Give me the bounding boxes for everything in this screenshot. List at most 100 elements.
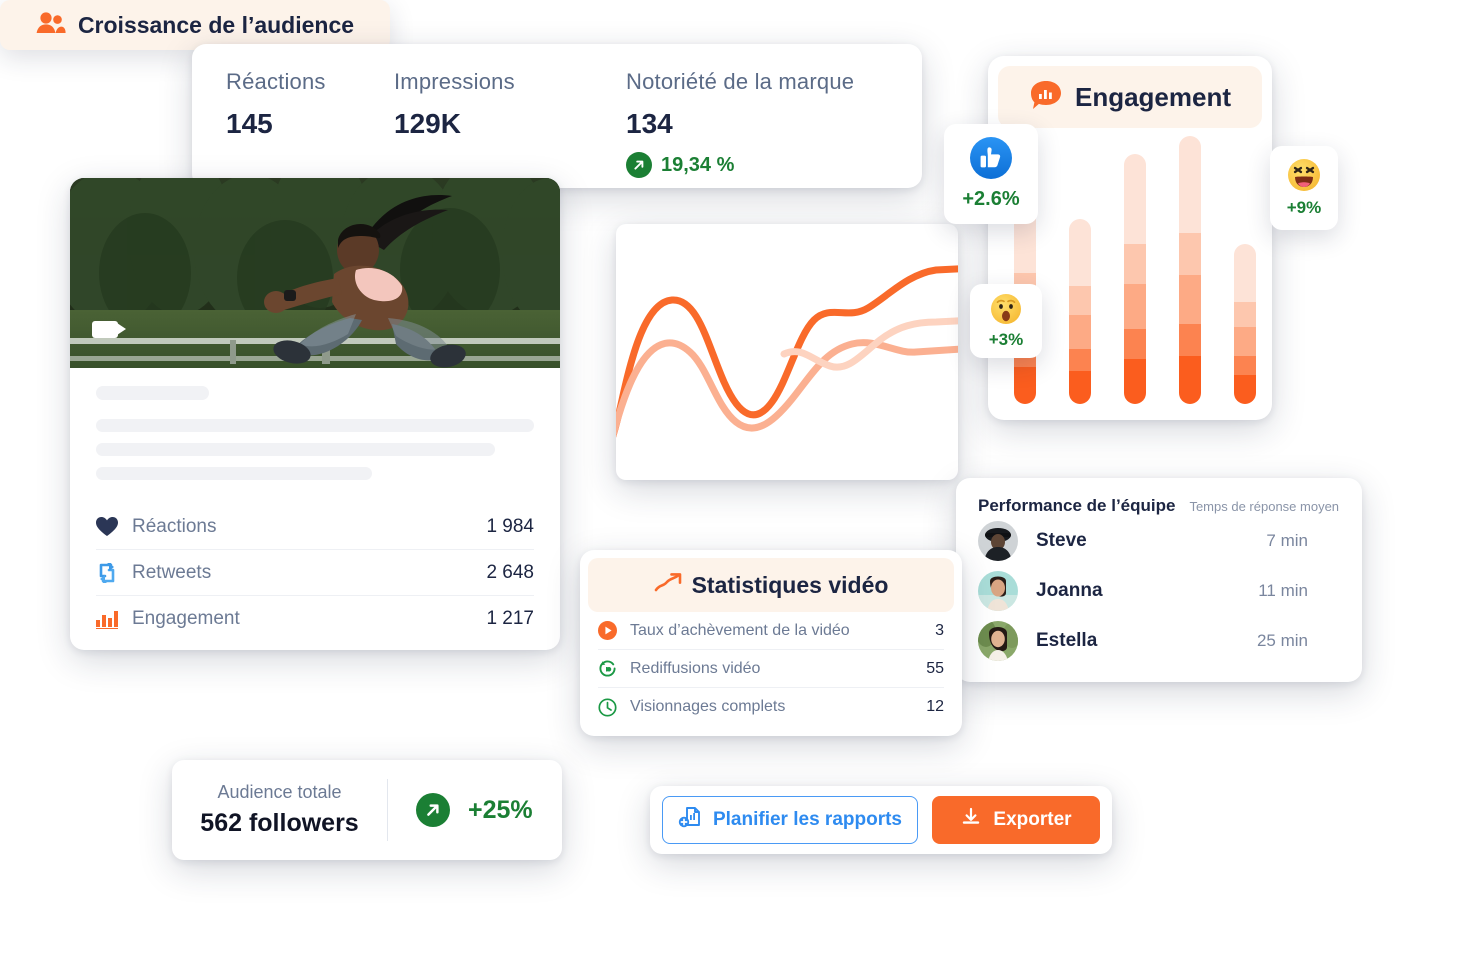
member-time: 25 min	[1256, 631, 1308, 650]
document-add-icon	[678, 805, 702, 835]
chart-series-1	[616, 265, 958, 438]
kpi-label: Impressions	[394, 69, 515, 94]
member-name: Estella	[1036, 630, 1098, 651]
team-subtitle: Temps de réponse moyen	[1189, 499, 1340, 514]
laughing-face-icon	[1287, 158, 1321, 192]
dashboard-collage: Réactions 145 Impressions 129K Notoriété…	[0, 0, 1472, 956]
stat-label: Réactions	[132, 515, 217, 537]
thumbnail-image	[70, 178, 560, 368]
facebook-thumbs-up-icon	[970, 137, 1012, 179]
chat-bubble-chart-icon	[1029, 78, 1063, 117]
kpi-reactions: Réactions 145	[226, 69, 394, 178]
table-row: Retweets 2 648	[96, 550, 534, 596]
list-item: Estella 25 min	[978, 616, 1340, 666]
trend-up-icon	[654, 572, 682, 599]
replay-icon	[598, 659, 622, 678]
bar-4	[1179, 136, 1201, 404]
video-statistics-header: Statistiques vidéo	[588, 558, 954, 612]
team-performance-card: Performance de l’équipe Temps de réponse…	[956, 478, 1362, 682]
audience-total: Audience totale 562 followers	[172, 782, 387, 838]
reaction-percent: +2.6%	[962, 188, 1020, 210]
team-header: Performance de l’équipe Temps de réponse…	[978, 496, 1340, 516]
kpi-brand-awareness: Notoriété de la marque 134 19,34 %	[626, 69, 854, 179]
team-title: Performance de l’équipe	[978, 496, 1176, 515]
table-row: Taux d’achèvement de la vidéo 3	[598, 612, 944, 650]
reaction-percent: +3%	[988, 329, 1024, 349]
post-text-skeleton	[70, 368, 560, 480]
schedule-reports-button[interactable]: Planifier les rapports	[662, 796, 918, 844]
skeleton-line	[96, 467, 372, 480]
stat-value: 12	[926, 698, 944, 715]
chart-series-2	[616, 339, 958, 438]
video-statistics-title: Statistiques vidéo	[691, 571, 889, 598]
avatar	[978, 571, 1018, 611]
stat-label: Rediffusions vidéo	[630, 659, 761, 677]
clock-icon	[598, 697, 622, 717]
arrow-up-right-icon	[626, 152, 652, 179]
table-row: Visionnages complets 12	[598, 688, 944, 726]
audience-total-label: Audience totale	[217, 782, 342, 802]
skeleton-line	[96, 443, 495, 456]
stat-label: Engagement	[132, 608, 240, 629]
kpi-value: 134	[626, 108, 673, 140]
member-name: Joanna	[1036, 580, 1103, 601]
list-item: Steve 7 min	[978, 516, 1340, 566]
member-time: 7 min	[1266, 531, 1308, 550]
reaction-badge-wow: +3%	[970, 284, 1042, 358]
kpi-value: 129K	[394, 108, 461, 140]
stat-value: 1 984	[486, 515, 534, 537]
audience-growth-delta: +25%	[388, 793, 533, 827]
kpi-delta-value: 19,34 %	[661, 153, 735, 176]
video-statistics-card: Statistiques vidéo Taux d’achèvement de …	[580, 550, 962, 736]
reaction-badge-like: +2.6%	[944, 124, 1038, 224]
reaction-badge-haha: +9%	[1270, 146, 1338, 230]
export-label: Exporter	[993, 809, 1072, 830]
play-circle-icon	[598, 621, 622, 640]
member-name: Steve	[1036, 530, 1087, 551]
bar-chart-icon	[96, 609, 124, 629]
download-icon	[960, 806, 982, 834]
reaction-percent: +9%	[1286, 198, 1322, 217]
audience-growth-percent: +25%	[468, 795, 533, 824]
trend-chart-card	[616, 224, 958, 480]
surprised-face-icon	[990, 293, 1022, 325]
kpi-row: Réactions 145 Impressions 129K Notoriété…	[192, 44, 922, 179]
export-button[interactable]: Exporter	[932, 796, 1100, 844]
engagement-card: Engagement	[988, 56, 1272, 420]
table-row: Rediffusions vidéo 55	[598, 650, 944, 688]
report-actions-card: Planifier les rapports Exporter	[650, 786, 1112, 854]
stat-value: 3	[935, 621, 944, 639]
list-item: Joanna 11 min	[978, 566, 1340, 616]
video-thumbnail[interactable]	[70, 178, 560, 368]
stat-label: Retweets	[132, 561, 212, 583]
audience-growth-header: Croissance de l’audience	[0, 0, 390, 50]
video-camera-icon	[92, 321, 126, 338]
kpi-delta: 19,34 %	[626, 152, 854, 179]
retweet-icon	[96, 562, 124, 583]
heart-icon	[96, 516, 124, 537]
engagement-header: Engagement	[998, 66, 1262, 128]
stat-label: Visionnages complets	[630, 698, 786, 715]
avatar	[978, 521, 1018, 561]
audience-growth-title: Croissance de l’audience	[77, 11, 355, 38]
stat-value: 55	[926, 659, 944, 677]
engagement-title: Engagement	[1074, 81, 1232, 112]
bar-5	[1234, 244, 1256, 404]
audience-growth-card: Audience totale 562 followers +25%	[172, 760, 562, 860]
skeleton-line	[96, 386, 209, 400]
table-row: Engagement 1 217	[96, 596, 534, 642]
bar-2	[1069, 219, 1091, 404]
video-post-card[interactable]: Réactions 1 984 Retweets 2 648 Engagemen…	[70, 178, 560, 650]
people-icon	[36, 11, 66, 40]
skeleton-line	[96, 419, 534, 432]
kpi-value: 145	[226, 108, 273, 140]
member-time: 11 min	[1258, 581, 1308, 600]
stat-value: 1 217	[486, 608, 534, 629]
trend-chart-svg	[616, 265, 958, 438]
avatar	[978, 621, 1018, 661]
audience-total-value: 562 followers	[200, 809, 359, 837]
kpi-summary-card: Réactions 145 Impressions 129K Notoriété…	[192, 44, 922, 188]
stat-label: Taux d’achèvement de la vidéo	[630, 621, 850, 639]
stat-value: 2 648	[486, 561, 534, 583]
kpi-impressions: Impressions 129K	[394, 69, 626, 178]
